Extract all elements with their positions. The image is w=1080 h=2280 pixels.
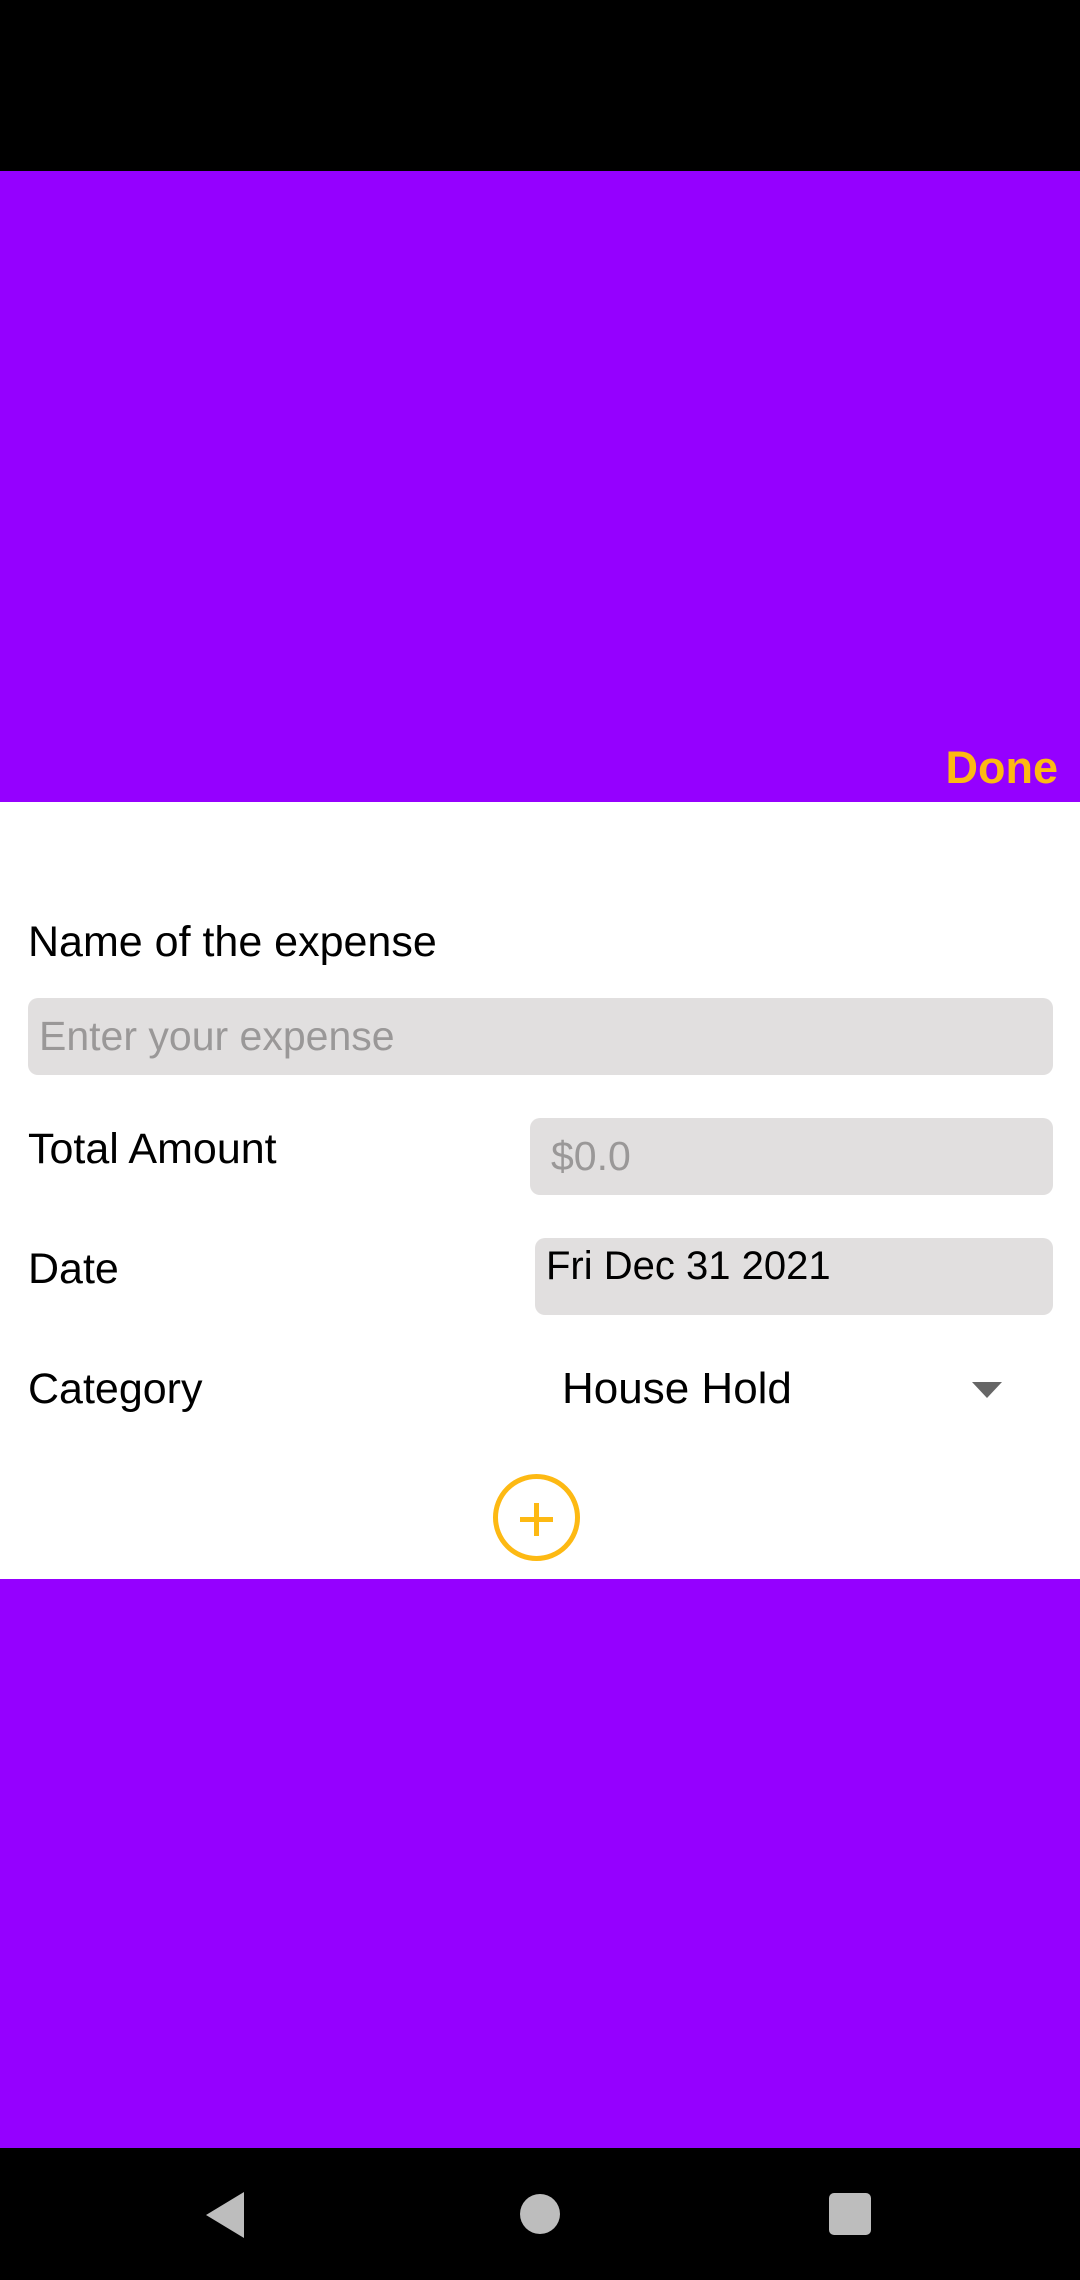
expense-name-label: Name of the expense (28, 918, 437, 966)
category-label: Category (28, 1365, 203, 1413)
expense-name-input[interactable] (28, 998, 1053, 1075)
chevron-down-icon (972, 1382, 1002, 1398)
add-expense-button[interactable] (493, 1474, 580, 1561)
bottom-area (0, 1579, 1080, 2148)
done-button[interactable]: Done (946, 742, 1059, 794)
back-icon[interactable] (206, 2192, 244, 2238)
recents-icon[interactable] (829, 2193, 871, 2235)
date-field[interactable]: Fri Dec 31 2021 (535, 1238, 1053, 1315)
date-value: Fri Dec 31 2021 (546, 1244, 831, 1288)
header-area (0, 171, 1080, 802)
category-value: House Hold (562, 1364, 792, 1413)
home-icon[interactable] (520, 2194, 560, 2234)
category-dropdown[interactable]: House Hold (562, 1352, 1012, 1432)
total-amount-input[interactable] (530, 1118, 1053, 1195)
status-bar (0, 0, 1080, 171)
total-amount-label: Total Amount (28, 1125, 277, 1173)
date-label: Date (28, 1245, 119, 1293)
